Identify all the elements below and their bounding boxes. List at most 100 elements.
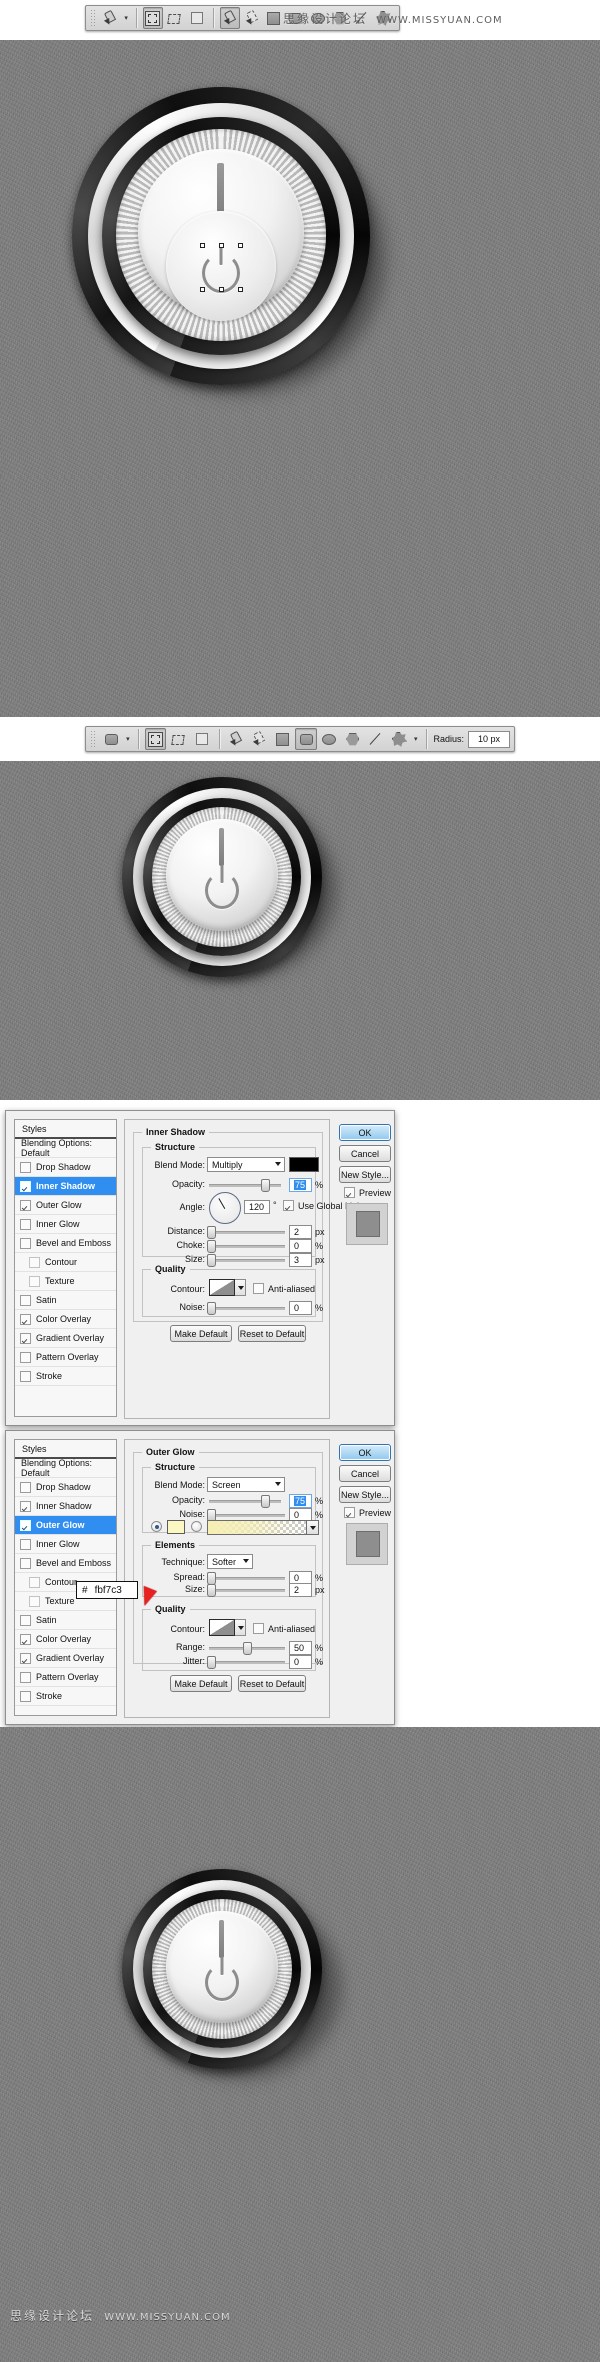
- checkbox[interactable]: [29, 1256, 40, 1268]
- cancel-button[interactable]: Cancel: [339, 1145, 391, 1162]
- layer-style-dialog-inner-shadow[interactable]: Styles Blending Options: Default Drop Sh…: [5, 1110, 395, 1426]
- jitter-slider-track[interactable]: [209, 1661, 285, 1664]
- options-bar-2[interactable]: ▾ ▾ Radius: 10 px: [85, 726, 515, 752]
- angle-dial[interactable]: [209, 1192, 241, 1224]
- styles-list-panel[interactable]: Styles Blending Options: Default Drop Sh…: [14, 1119, 117, 1417]
- reset-to-default-button[interactable]: Reset to Default: [238, 1675, 306, 1692]
- range-slider-handle[interactable]: [243, 1642, 252, 1655]
- preview-checkbox[interactable]: Preview: [344, 1187, 391, 1198]
- noise-input[interactable]: 0: [289, 1301, 312, 1315]
- style-row-inner-glow[interactable]: Inner Glow: [15, 1535, 116, 1554]
- distance-slider-track[interactable]: [209, 1231, 285, 1234]
- checkbox[interactable]: [20, 1671, 31, 1683]
- choke-slider-track[interactable]: [209, 1245, 285, 1248]
- shape-layers-button[interactable]: [142, 7, 163, 29]
- range-input[interactable]: 50: [289, 1641, 312, 1655]
- size-input[interactable]: 3: [289, 1253, 312, 1267]
- paths-button[interactable]: [165, 7, 185, 29]
- style-row-drop-shadow[interactable]: Drop Shadow: [15, 1158, 116, 1177]
- style-row-contour[interactable]: Contour: [15, 1253, 116, 1272]
- anti-aliased-checkbox[interactable]: Anti-aliased: [253, 1623, 315, 1634]
- cancel-button[interactable]: Cancel: [339, 1465, 391, 1482]
- rectangle-tool-button[interactable]: [272, 728, 293, 750]
- checkbox[interactable]: [29, 1576, 40, 1588]
- checkbox[interactable]: [20, 1180, 31, 1192]
- glow-gradient-dropdown-arrow[interactable]: [307, 1520, 319, 1535]
- shadow-color-swatch[interactable]: [289, 1157, 319, 1172]
- new-style-button[interactable]: New Style...: [339, 1486, 391, 1503]
- blending-options-row[interactable]: Blending Options: Default: [15, 1138, 116, 1158]
- jitter-slider-handle[interactable]: [207, 1656, 216, 1669]
- checkbox[interactable]: [20, 1237, 31, 1249]
- checkbox[interactable]: [283, 1200, 294, 1211]
- new-style-button[interactable]: New Style...: [339, 1166, 391, 1183]
- chevron-down-icon-2[interactable]: ▾: [414, 735, 418, 743]
- style-row-pattern-overlay[interactable]: Pattern Overlay: [15, 1668, 116, 1687]
- styles-list-panel-2[interactable]: Styles Blending Options: Default Drop Sh…: [14, 1439, 117, 1716]
- style-row-satin[interactable]: Satin: [15, 1611, 116, 1630]
- contour-preview[interactable]: [209, 1619, 235, 1636]
- line-tool-button[interactable]: [365, 728, 386, 750]
- choke-input[interactable]: 0: [289, 1239, 312, 1253]
- checkbox[interactable]: [20, 1557, 31, 1569]
- blending-options-row[interactable]: Blending Options: Default: [15, 1458, 116, 1478]
- contour-preview[interactable]: [209, 1279, 235, 1296]
- fill-pixels-button[interactable]: [191, 728, 212, 750]
- checkbox[interactable]: [20, 1294, 31, 1306]
- style-row-outer-glow[interactable]: Outer Glow: [15, 1196, 116, 1215]
- checkbox[interactable]: [344, 1507, 355, 1518]
- checkbox[interactable]: [20, 1519, 31, 1531]
- style-row-gradient-overlay[interactable]: Gradient Overlay: [15, 1329, 116, 1348]
- checkbox[interactable]: [29, 1595, 40, 1607]
- style-row-outer-glow[interactable]: Outer Glow: [15, 1516, 116, 1535]
- glow-gradient-radio[interactable]: [191, 1521, 202, 1532]
- style-row-stroke[interactable]: Stroke: [15, 1367, 116, 1386]
- style-row-satin[interactable]: Satin: [15, 1291, 116, 1310]
- size-input[interactable]: 2: [289, 1583, 312, 1597]
- rectangle-tool-button[interactable]: [264, 7, 284, 29]
- freeform-pen-button[interactable]: [242, 7, 262, 29]
- noise-slider-track[interactable]: [209, 1307, 285, 1310]
- checkbox[interactable]: [20, 1481, 31, 1493]
- opacity-input[interactable]: 75: [289, 1494, 312, 1508]
- opacity-slider-track[interactable]: [209, 1500, 281, 1503]
- ellipse-tool-button[interactable]: [319, 728, 340, 750]
- checkbox[interactable]: [20, 1351, 31, 1363]
- radius-input[interactable]: 10 px: [468, 730, 510, 748]
- jitter-input[interactable]: 0: [289, 1655, 312, 1669]
- size-slider-handle[interactable]: [207, 1584, 216, 1597]
- checkbox[interactable]: [20, 1199, 31, 1211]
- choke-slider-handle[interactable]: [207, 1240, 216, 1253]
- contour-dropdown-arrow[interactable]: [235, 1279, 246, 1296]
- checkbox[interactable]: [20, 1218, 31, 1230]
- checkbox[interactable]: [20, 1161, 31, 1173]
- glow-gradient-preview[interactable]: [207, 1520, 307, 1535]
- rounded-rectangle-preset-icon[interactable]: [101, 728, 122, 750]
- opacity-input[interactable]: 75: [289, 1178, 312, 1192]
- size-slider-track[interactable]: [209, 1259, 285, 1262]
- polygon-tool-button[interactable]: [342, 728, 363, 750]
- toolbar-grip[interactable]: [90, 9, 96, 27]
- distance-input[interactable]: 2: [289, 1225, 312, 1239]
- reset-to-default-button[interactable]: Reset to Default: [238, 1325, 306, 1342]
- paths-button[interactable]: [168, 728, 189, 750]
- style-row-inner-shadow[interactable]: Inner Shadow: [15, 1497, 116, 1516]
- pen-tool-button[interactable]: [226, 728, 247, 750]
- noise-slider-track[interactable]: [209, 1514, 285, 1517]
- preview-checkbox[interactable]: Preview: [344, 1507, 391, 1518]
- shape-layers-button[interactable]: [144, 728, 166, 750]
- chevron-down-icon[interactable]: ▾: [124, 14, 128, 22]
- style-row-gradient-overlay[interactable]: Gradient Overlay: [15, 1649, 116, 1668]
- style-row-color-overlay[interactable]: Color Overlay: [15, 1630, 116, 1649]
- checkbox[interactable]: [344, 1187, 355, 1198]
- make-default-button[interactable]: Make Default: [170, 1325, 232, 1342]
- pen-tool-button[interactable]: [219, 7, 240, 29]
- ok-button[interactable]: OK: [339, 1124, 391, 1141]
- checkbox[interactable]: [20, 1690, 31, 1702]
- size-slider-handle[interactable]: [207, 1254, 216, 1267]
- style-row-drop-shadow[interactable]: Drop Shadow: [15, 1478, 116, 1497]
- angle-input[interactable]: 120: [244, 1200, 270, 1214]
- checkbox[interactable]: [253, 1283, 264, 1294]
- opacity-slider-handle[interactable]: [261, 1179, 270, 1192]
- blend-mode-select[interactable]: Multiply: [207, 1157, 285, 1172]
